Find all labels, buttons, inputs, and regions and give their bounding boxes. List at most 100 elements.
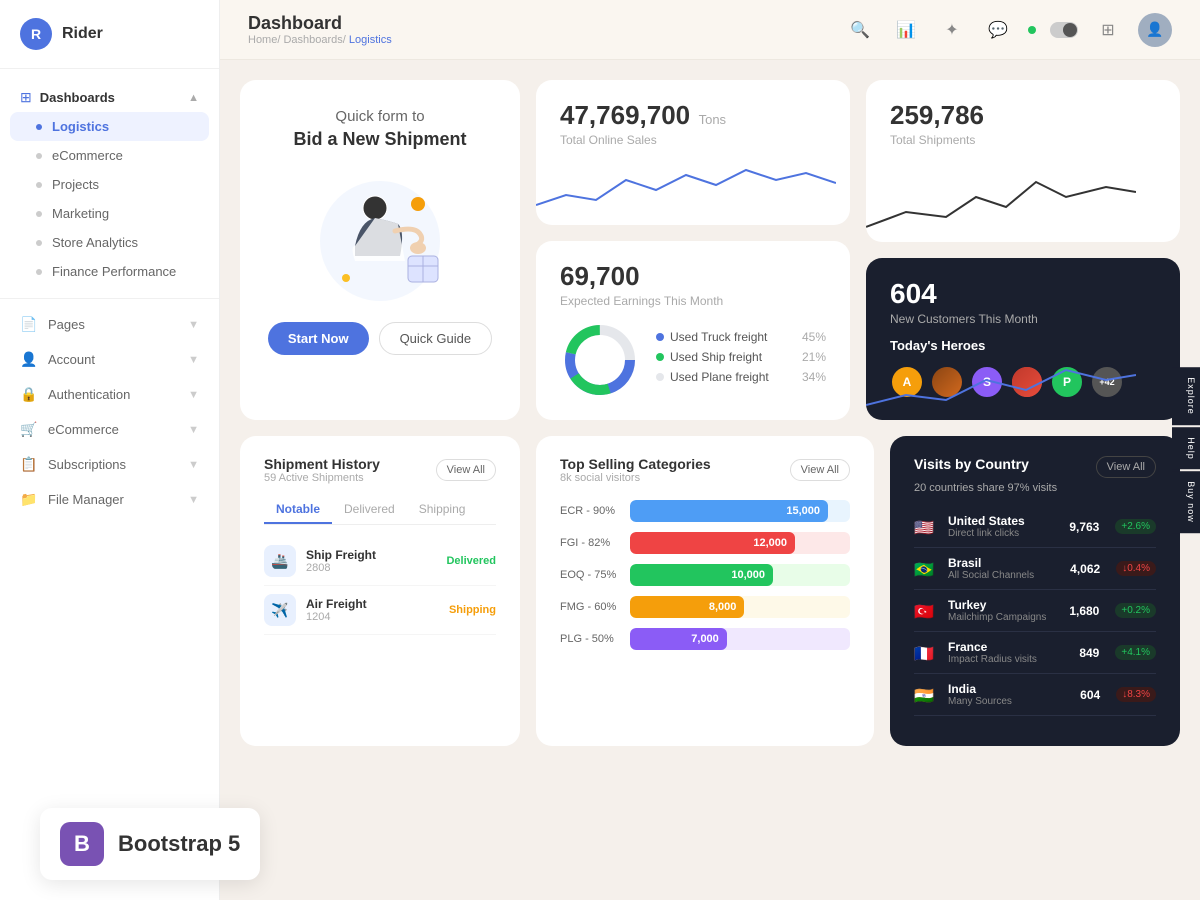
country-subtitle: 20 countries share 97% visits <box>914 482 1156 494</box>
country-info: India Many Sources <box>948 682 1070 707</box>
ship-info: Ship Freight 2808 <box>306 548 436 574</box>
country-source: Direct link clicks <box>948 528 1059 539</box>
breadcrumb-home: Home/ <box>248 34 280 46</box>
chevron-down-icon: ▼ <box>188 354 199 366</box>
country-source: Many Sources <box>948 696 1070 707</box>
sidebar-item-account[interactable]: 👤 Account ▼ <box>0 342 219 377</box>
top-selling-view-all-button[interactable]: View All <box>790 459 850 481</box>
right-floating-buttons: Explore Help Buy now <box>1172 367 1200 533</box>
change-badge: ↓8.3% <box>1116 687 1156 702</box>
bar-track: 10,000 <box>630 564 850 586</box>
flag-icon: 🇫🇷 <box>914 644 938 662</box>
theme-toggle[interactable] <box>1050 22 1078 38</box>
legend-item: Used Ship freight 21% <box>656 350 826 364</box>
bar-track: 8,000 <box>630 596 850 618</box>
ship-status: Delivered <box>446 555 496 567</box>
country-view-all-button[interactable]: View All <box>1096 456 1156 478</box>
dashboards-label: Dashboards <box>40 90 115 105</box>
shipment-view-all-button[interactable]: View All <box>436 459 496 481</box>
header-right: 🔍 📊 ✦ 💬 ⊞ 👤 <box>844 13 1172 47</box>
status-dot <box>1028 26 1036 34</box>
legend-pct: 21% <box>802 350 826 364</box>
sidebar-item-ecommerce[interactable]: eCommerce <box>0 141 219 170</box>
buy-now-button[interactable]: Buy now <box>1172 471 1200 533</box>
bar-label: EOQ - 75% <box>560 569 620 581</box>
app-name: Rider <box>62 25 103 43</box>
search-icon[interactable]: 🔍 <box>844 14 876 46</box>
chevron-down-icon: ▼ <box>188 424 199 436</box>
change-badge: +2.6% <box>1115 519 1156 534</box>
sidebar-item-ecommerce-nav[interactable]: 🛒 eCommerce ▼ <box>0 412 219 447</box>
chevron-down-icon: ▼ <box>188 389 199 401</box>
bid-buttons: Start Now Quick Guide <box>268 322 492 355</box>
shipment-title-area: Shipment History 59 Active Shipments <box>264 456 380 484</box>
country-visits: 4,062 <box>1070 562 1100 576</box>
tab-notable[interactable]: Notable <box>264 496 332 524</box>
country-title-area: Visits by Country <box>914 456 1029 472</box>
page-title: Dashboard <box>248 13 392 34</box>
nav-label: File Manager <box>48 492 124 507</box>
analytics-icon[interactable]: 📊 <box>890 14 922 46</box>
country-card-header: Visits by Country View All <box>914 456 1156 478</box>
country-name: Brasil <box>948 556 1060 570</box>
tab-delivered[interactable]: Delivered <box>332 496 407 524</box>
top-selling-header: Top Selling Categories 8k social visitor… <box>560 456 850 484</box>
sidebar-item-subscriptions[interactable]: 📋 Subscriptions ▼ <box>0 447 219 482</box>
sidebar-item-label: Marketing <box>52 206 109 221</box>
grid-icon[interactable]: ⊞ <box>1092 14 1124 46</box>
file-manager-icon: 📁 <box>20 491 38 508</box>
country-name: United States <box>948 514 1059 528</box>
bid-card-subtitle: Bid a New Shipment <box>293 129 466 150</box>
donut-chart <box>560 320 640 400</box>
nav-label: Authentication <box>48 387 130 402</box>
earnings-card: 69,700 Expected Earnings This Month <box>536 241 850 420</box>
legend-dot <box>656 353 664 361</box>
sidebar-item-file-manager[interactable]: 📁 File Manager ▼ <box>0 482 219 517</box>
dashboards-toggle[interactable]: ⊞ Dashboards ▲ <box>0 83 219 112</box>
nc-number: 604 <box>890 278 1156 310</box>
table-row: 🇹🇷 Turkey Mailchimp Campaigns 1,680 +0.2… <box>914 590 1156 632</box>
change-badge: +4.1% <box>1115 645 1156 660</box>
messages-icon[interactable]: 💬 <box>982 14 1014 46</box>
sidebar-item-logistics[interactable]: Logistics <box>10 112 209 141</box>
auth-icon: 🔒 <box>20 386 38 403</box>
flag-icon: 🇺🇸 <box>914 518 938 536</box>
table-row: ✈️ Air Freight 1204 Shipping <box>264 586 496 635</box>
sidebar-item-store-analytics[interactable]: Store Analytics <box>0 228 219 257</box>
logo-icon: R <box>20 18 52 50</box>
pages-icon: 📄 <box>20 316 38 333</box>
tab-shipping[interactable]: Shipping <box>407 496 478 524</box>
bar-chart: ECR - 90% 15,000 FGI - 82% 1 <box>560 500 850 650</box>
ship-status: Shipping <box>449 604 496 616</box>
table-row: 🇮🇳 India Many Sources 604 ↓8.3% <box>914 674 1156 716</box>
user-avatar[interactable]: 👤 <box>1138 13 1172 47</box>
country-visits: 604 <box>1080 688 1100 702</box>
sidebar-item-finance-performance[interactable]: Finance Performance <box>0 257 219 286</box>
sidebar-item-pages[interactable]: 📄 Pages ▼ <box>0 307 219 342</box>
start-now-button[interactable]: Start Now <box>268 322 369 355</box>
stat-number: 69,700 <box>560 261 640 291</box>
country-name: India <box>948 682 1070 696</box>
explore-button[interactable]: Explore <box>1172 367 1200 425</box>
bootstrap-text: Bootstrap 5 <box>118 831 240 857</box>
legend-label: Used Truck freight <box>670 330 767 344</box>
dot <box>36 269 42 275</box>
bid-card-title: Quick form to <box>335 108 424 125</box>
sidebar-item-authentication[interactable]: 🔒 Authentication ▼ <box>0 377 219 412</box>
quick-guide-button[interactable]: Quick Guide <box>379 322 493 355</box>
top-selling-title: Top Selling Categories <box>560 456 711 472</box>
logo-area[interactable]: R Rider <box>0 0 219 69</box>
bar-label: FGI - 82% <box>560 537 620 549</box>
settings-icon[interactable]: ✦ <box>936 14 968 46</box>
ship-id: 1204 <box>306 611 439 623</box>
country-name: Turkey <box>948 598 1059 612</box>
ship-info: Air Freight 1204 <box>306 597 439 623</box>
sidebar-item-projects[interactable]: Projects <box>0 170 219 199</box>
shipment-tabs: Notable Delivered Shipping <box>264 496 496 525</box>
help-button[interactable]: Help <box>1172 427 1200 470</box>
sidebar-item-marketing[interactable]: Marketing <box>0 199 219 228</box>
top-selling-subtitle: 8k social visitors <box>560 472 711 484</box>
donut-legend: Used Truck freight 45% Used Ship freight <box>656 330 826 390</box>
dot <box>36 182 42 188</box>
stats-col-1: 47,769,700 Tons Total Online Sales 69,70… <box>536 80 850 420</box>
